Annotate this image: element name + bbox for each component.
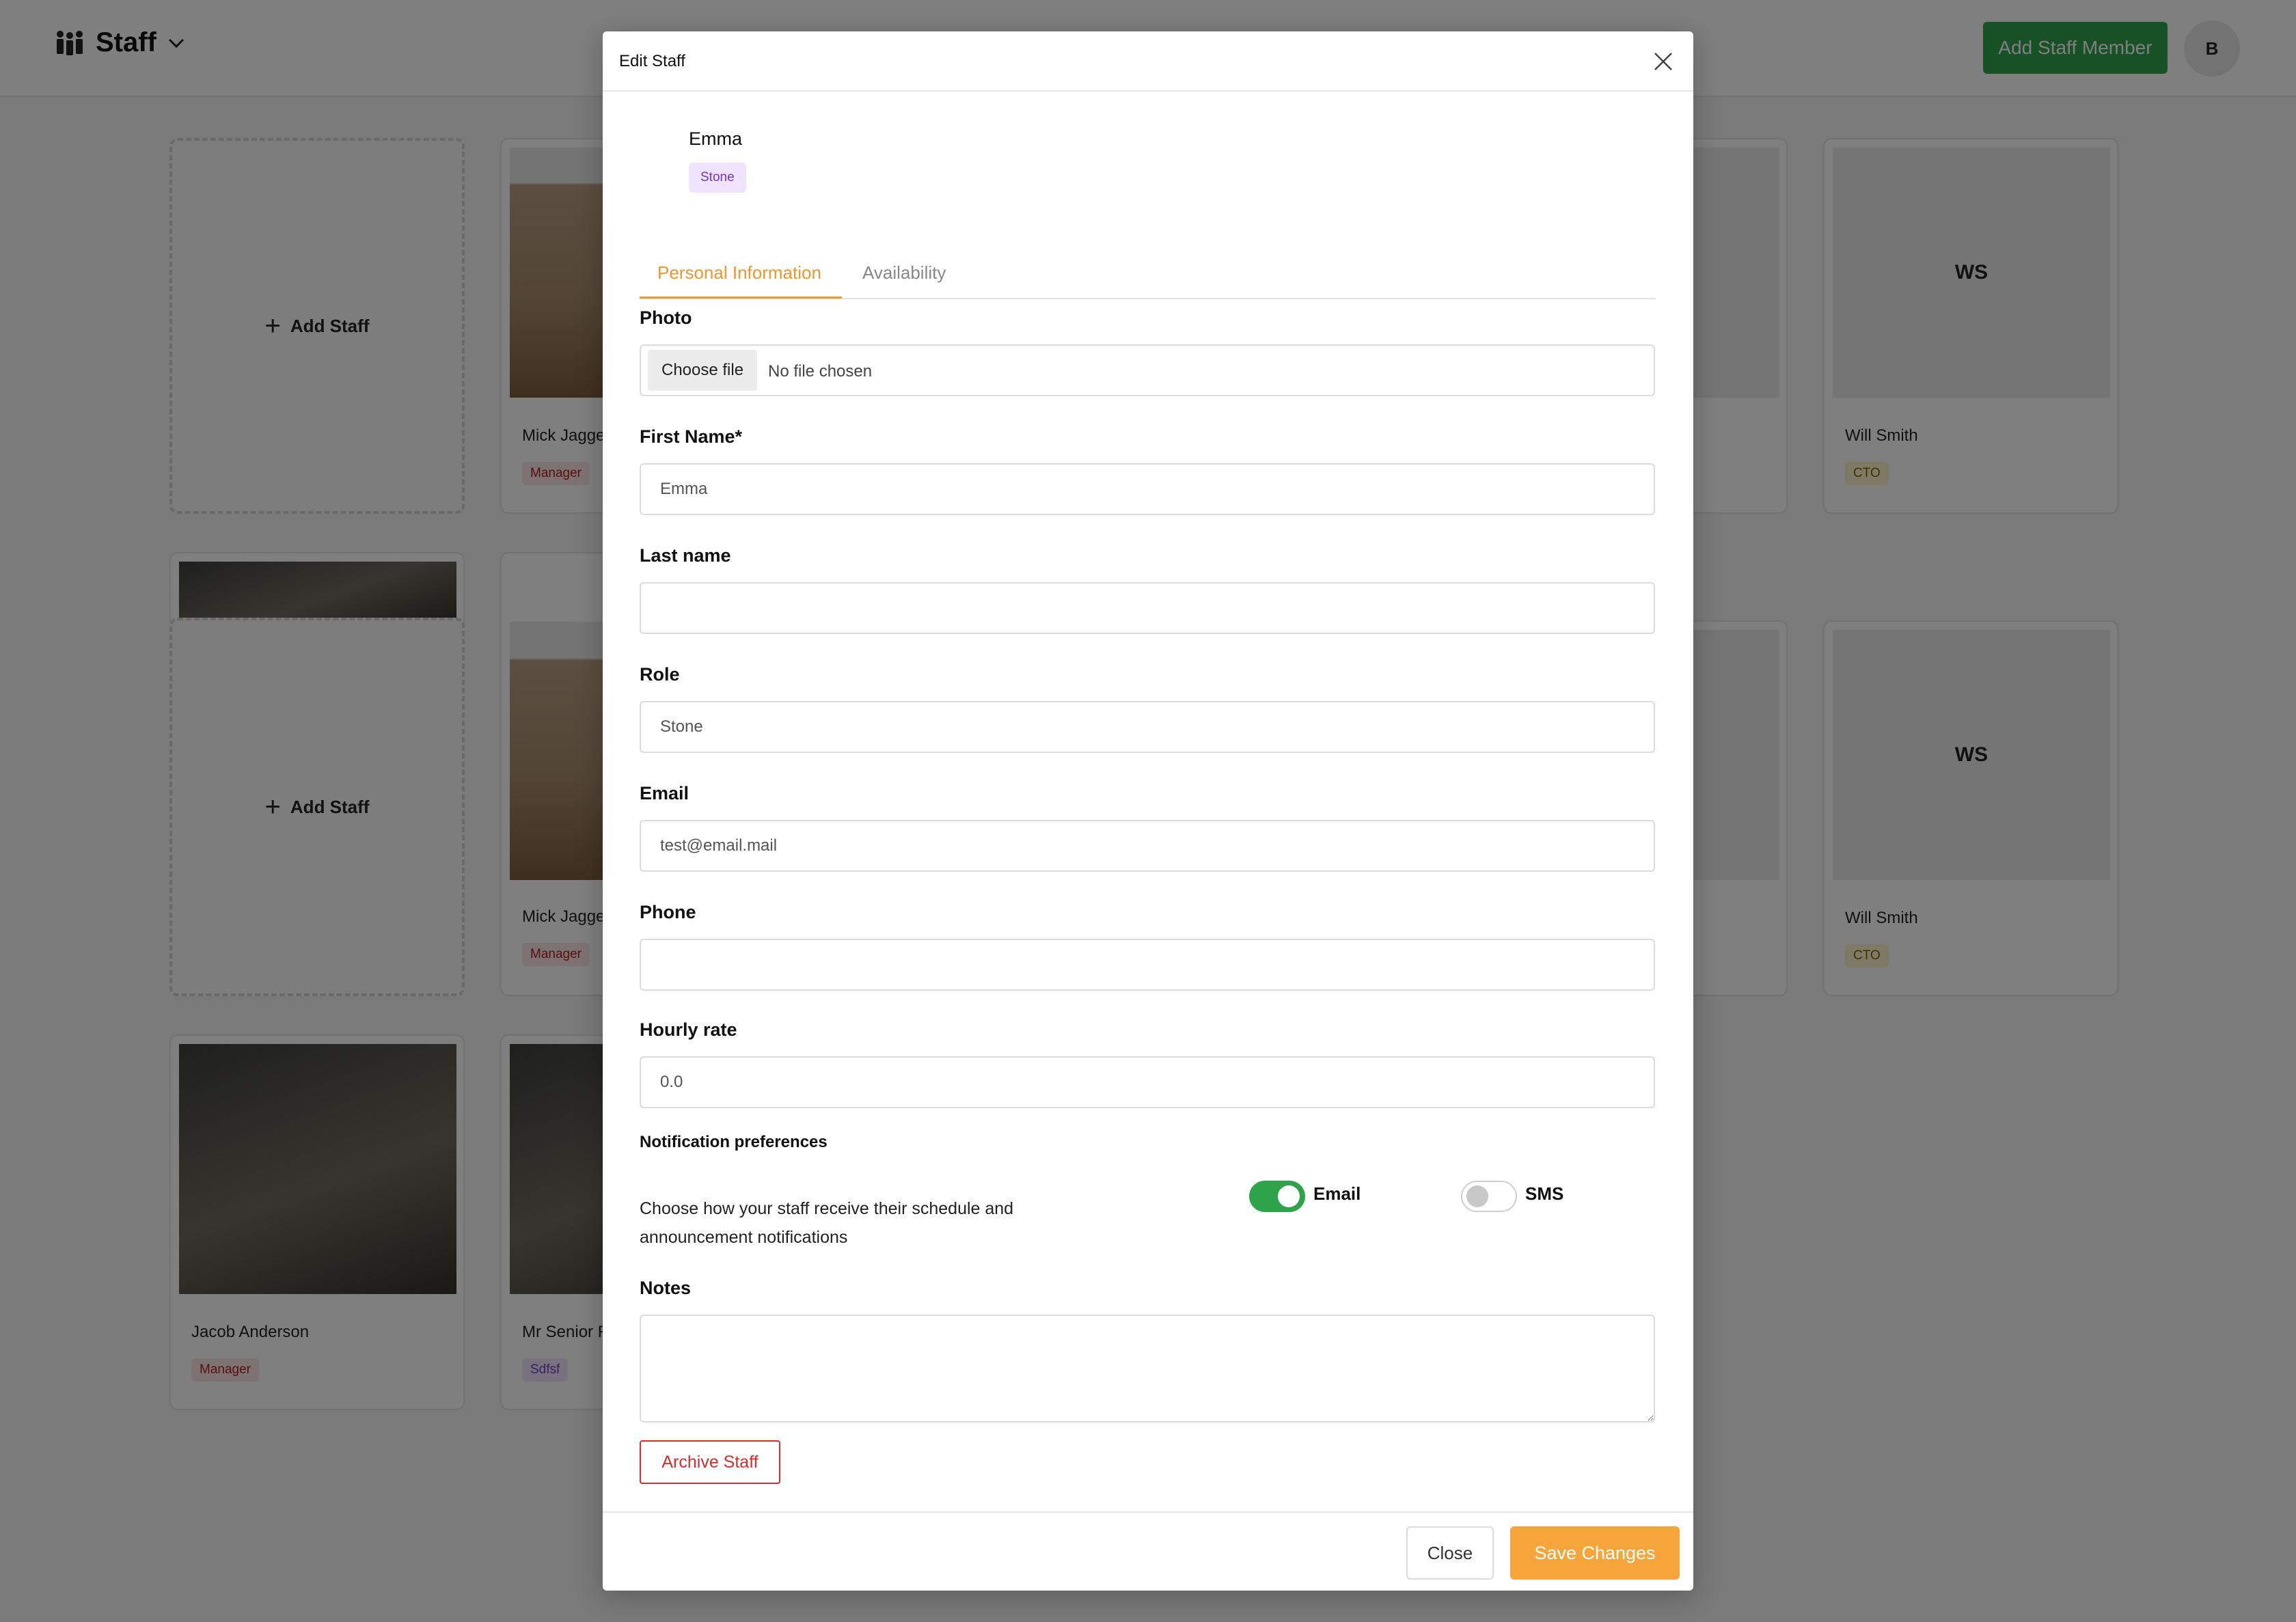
modal-header: Edit Staff	[603, 31, 1693, 92]
hourly-rate-label: Hourly rate	[640, 1019, 737, 1040]
close-icon[interactable]	[1648, 46, 1678, 77]
toggle-knob	[1466, 1185, 1488, 1207]
tab-personal-information[interactable]: Personal Information	[657, 262, 821, 284]
first-name-label: First Name*	[640, 426, 743, 447]
staff-display-name: Emma	[689, 128, 743, 149]
notes-label: Notes	[640, 1278, 692, 1298]
edit-staff-modal: Edit Staff Emma Stone Personal Informati…	[603, 31, 1693, 1591]
last-name-label: Last name	[640, 545, 731, 566]
modal-title: Edit Staff	[619, 52, 685, 70]
modal-footer: Close Save Changes	[603, 1511, 1693, 1591]
archive-staff-button[interactable]: Archive Staff	[640, 1440, 780, 1484]
role-label: Role	[640, 664, 680, 685]
hourly-rate-field[interactable]	[640, 1056, 1655, 1108]
phone-field[interactable]	[640, 939, 1655, 991]
sms-toggle-label: SMS	[1525, 1183, 1564, 1204]
photo-label: Photo	[640, 307, 692, 328]
email-notification-toggle[interactable]	[1249, 1181, 1305, 1212]
notes-field[interactable]	[640, 1315, 1655, 1422]
tab-bar: Personal Information Availability	[640, 243, 1655, 299]
email-field[interactable]	[640, 820, 1655, 872]
active-tab-indicator	[640, 297, 842, 299]
notification-preferences-title: Notification preferences	[640, 1133, 828, 1151]
sms-notification-toggle[interactable]	[1461, 1181, 1517, 1212]
toggle-knob	[1278, 1185, 1300, 1207]
file-status: No file chosen	[768, 362, 873, 381]
tab-availability[interactable]: Availability	[862, 262, 946, 284]
email-label: Email	[640, 783, 689, 803]
last-name-field[interactable]	[640, 582, 1655, 634]
photo-file-input[interactable]: Choose file No file chosen	[640, 344, 1655, 396]
phone-label: Phone	[640, 902, 696, 922]
email-toggle-label: Email	[1313, 1183, 1361, 1204]
notification-description: Choose how your staff receive their sche…	[640, 1199, 1014, 1247]
choose-file-button[interactable]: Choose file	[648, 350, 758, 391]
role-field[interactable]	[640, 701, 1655, 753]
first-name-field[interactable]	[640, 463, 1655, 515]
role-badge: Stone	[689, 163, 746, 193]
close-button[interactable]: Close	[1406, 1526, 1494, 1580]
save-changes-button[interactable]: Save Changes	[1510, 1526, 1680, 1580]
